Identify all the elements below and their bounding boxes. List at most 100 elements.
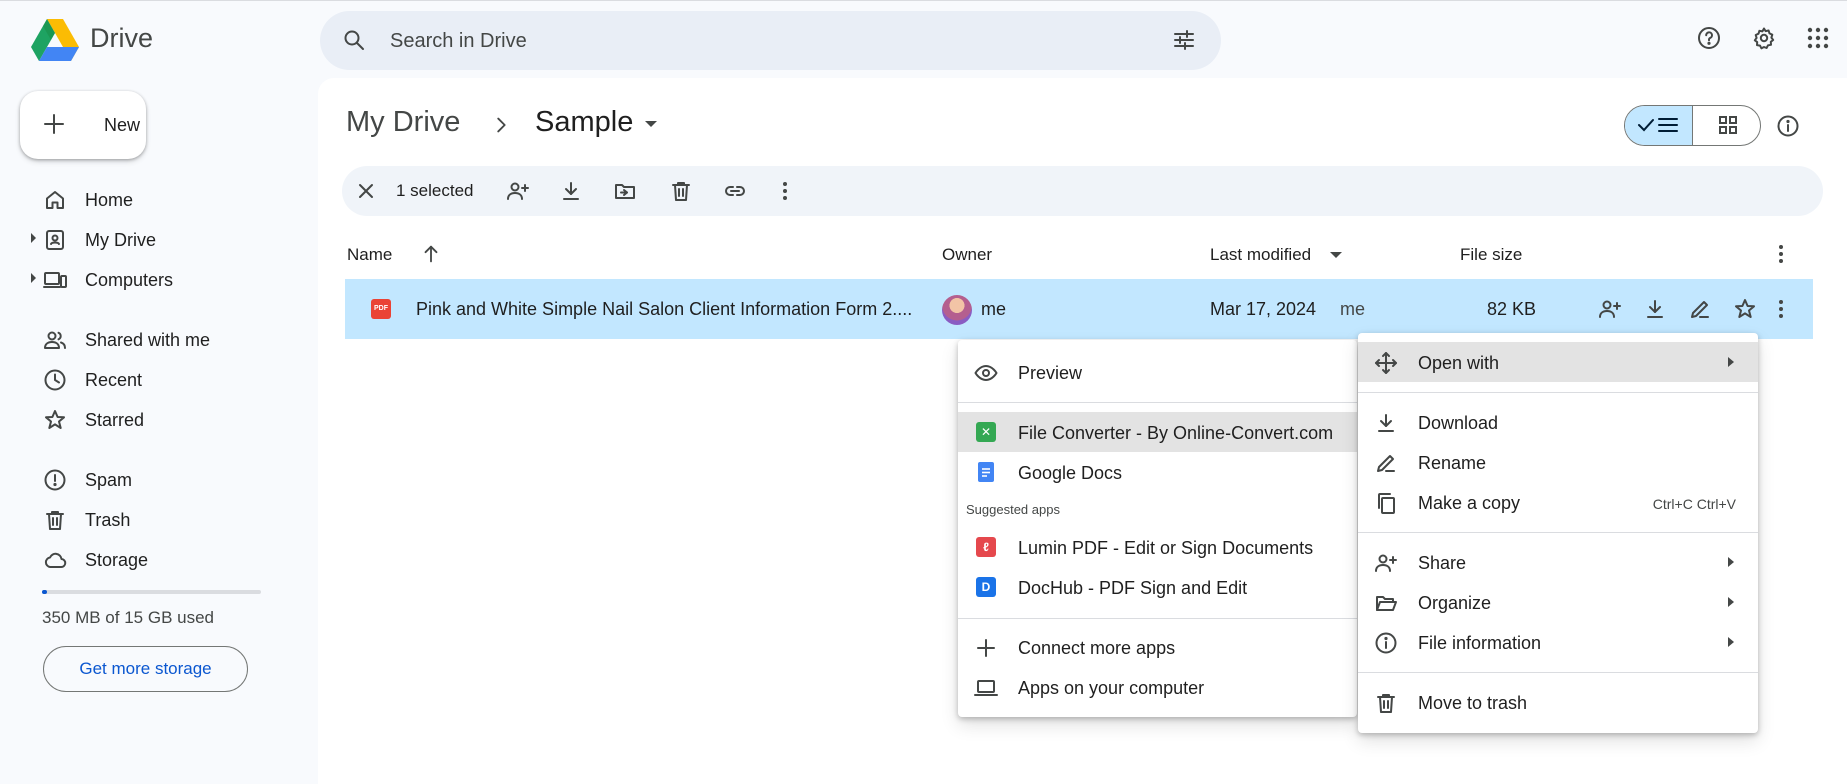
menu-item-apps-on-computer[interactable]: Apps on your computer	[958, 667, 1357, 707]
menu-item-download[interactable]: Download	[1358, 402, 1758, 442]
clear-selection-close-icon[interactable]	[354, 179, 378, 203]
breadcrumb-current-folder[interactable]: Sample	[535, 106, 633, 139]
download-icon	[1378, 414, 1394, 432]
brand-name[interactable]: Drive	[90, 23, 153, 54]
menu-divider	[1358, 532, 1758, 533]
breadcrumb-my-drive[interactable]: My Drive	[346, 106, 460, 139]
download-icon[interactable]	[1643, 297, 1667, 321]
menu-item-rename[interactable]: Rename	[1358, 442, 1758, 482]
file-name[interactable]: Pink and White Simple Nail Salon Client …	[416, 299, 916, 320]
home-icon	[46, 191, 64, 209]
menu-item-lumin-pdf[interactable]: ℓ Lumin PDF - Edit or Sign Documents	[958, 527, 1357, 567]
menu-item-connect-more-apps[interactable]: Connect more apps	[958, 627, 1357, 667]
share-add-person-icon[interactable]	[1598, 297, 1622, 321]
storage-progress-fill	[42, 590, 48, 594]
file-converter-app-icon: ✕	[976, 422, 996, 442]
star-icon	[45, 410, 65, 429]
column-header-owner[interactable]: Owner	[942, 245, 992, 265]
star-icon[interactable]	[1733, 297, 1757, 321]
list-view-button[interactable]	[1625, 106, 1693, 145]
details-info-icon[interactable]	[1776, 114, 1800, 138]
computers-icon	[43, 272, 67, 288]
share-add-person-icon	[1375, 554, 1397, 572]
rename-pencil-icon[interactable]	[1688, 297, 1712, 321]
menu-item-google-docs[interactable]: Google Docs	[958, 452, 1357, 492]
trash-icon[interactable]	[669, 179, 693, 203]
menu-item-organize[interactable]: Organize	[1358, 582, 1758, 622]
column-header-file-size[interactable]: File size	[1460, 245, 1522, 265]
menu-divider	[958, 618, 1357, 619]
submenu-arrow-icon	[1728, 557, 1734, 567]
sidebar-item-spam[interactable]: Spam	[0, 462, 300, 498]
sidebar-item-home[interactable]: Home	[0, 182, 300, 218]
open-with-submenu: Preview ✕ File Converter - By Online-Con…	[958, 340, 1357, 717]
clock-icon	[44, 369, 66, 391]
column-header-last-modified[interactable]: Last modified	[1210, 245, 1311, 265]
expand-caret-icon[interactable]	[31, 233, 36, 243]
menu-item-preview[interactable]: Preview	[958, 352, 1357, 392]
info-icon	[1375, 632, 1397, 654]
table-row[interactable]: PDF Pink and White Simple Nail Salon Cli…	[345, 279, 1813, 339]
column-header-name[interactable]: Name	[347, 245, 392, 265]
settings-gear-icon[interactable]	[1752, 26, 1776, 50]
spam-icon	[44, 469, 66, 491]
sidebar-item-label: Trash	[85, 510, 131, 530]
sidebar-item-computers[interactable]: Computers	[0, 262, 300, 298]
move-to-folder-icon[interactable]	[613, 179, 637, 203]
search-options-icon[interactable]	[1172, 28, 1196, 52]
plus-icon	[44, 114, 64, 134]
sidebar-item-storage[interactable]: Storage	[0, 542, 300, 578]
expand-caret-icon[interactable]	[31, 273, 36, 283]
menu-item-file-information[interactable]: File information	[1358, 622, 1758, 662]
sidebar-item-starred[interactable]: Starred	[0, 402, 300, 438]
get-more-storage-button[interactable]: Get more storage	[43, 646, 248, 692]
grid-view-button[interactable]	[1694, 106, 1760, 145]
sort-dropdown-icon[interactable]	[1330, 252, 1342, 258]
sidebar-item-label: Shared with me	[85, 330, 211, 350]
grid-view-icon	[1719, 116, 1737, 134]
sidebar-item-my-drive[interactable]: My Drive	[0, 222, 300, 258]
share-add-person-icon[interactable]	[506, 179, 530, 203]
menu-item-label: File information	[1418, 633, 1542, 653]
help-icon[interactable]	[1697, 26, 1721, 50]
menu-item-dochub[interactable]: D DocHub - PDF Sign and Edit	[958, 567, 1357, 607]
menu-item-open-with[interactable]: Open with	[1358, 342, 1758, 382]
submenu-arrow-icon	[1728, 597, 1734, 607]
sidebar-item-trash[interactable]: Trash	[0, 502, 300, 538]
view-toggle	[1624, 105, 1761, 146]
search-icon[interactable]	[342, 28, 366, 52]
folder-open-icon	[1376, 596, 1397, 611]
folder-dropdown-icon[interactable]	[645, 121, 657, 127]
new-button[interactable]: New	[20, 91, 146, 159]
trash-icon	[1377, 694, 1395, 713]
menu-item-label: Organize	[1418, 593, 1492, 613]
sidebar-item-label: Spam	[85, 470, 133, 490]
file-modified-by: me	[1340, 299, 1366, 319]
menu-item-make-a-copy[interactable]: Make a copy Ctrl+C Ctrl+V	[1358, 482, 1758, 522]
drive-logo-icon[interactable]	[31, 19, 79, 61]
menu-item-move-to-trash[interactable]: Move to trash	[1358, 682, 1758, 722]
sidebar-item-shared-with-me[interactable]: Shared with me	[0, 322, 300, 358]
search-input[interactable]: Search in Drive	[390, 30, 527, 53]
sidebar-item-recent[interactable]: Recent	[0, 362, 300, 398]
file-context-menu: Open with Download Rename Make a copy Ct…	[1358, 333, 1758, 733]
more-actions-icon[interactable]	[782, 179, 788, 203]
search-bar[interactable]: Search in Drive	[320, 11, 1221, 70]
menu-item-share[interactable]: Share	[1358, 542, 1758, 582]
submenu-arrow-icon	[1728, 357, 1734, 367]
copy-link-icon[interactable]	[723, 179, 747, 203]
sort-ascending-arrow-icon[interactable]	[420, 243, 442, 265]
more-actions-icon[interactable]	[1778, 297, 1784, 321]
download-icon[interactable]	[559, 179, 583, 203]
menu-item-file-converter[interactable]: ✕ File Converter - By Online-Convert.com	[958, 412, 1357, 452]
menu-item-shortcut: Ctrl+C Ctrl+V	[1652, 496, 1736, 512]
menu-item-label: Rename	[1418, 453, 1487, 473]
column-options-icon[interactable]	[1778, 242, 1784, 266]
copy-icon	[1378, 493, 1395, 514]
menu-item-label: Move to trash	[1418, 693, 1528, 713]
people-icon	[44, 331, 66, 349]
google-docs-icon	[978, 462, 994, 482]
menu-item-label: File Converter - By Online-Convert.com	[1018, 423, 1334, 443]
sidebar-item-label: Recent	[85, 370, 143, 390]
apps-grid-icon[interactable]	[1806, 26, 1830, 50]
